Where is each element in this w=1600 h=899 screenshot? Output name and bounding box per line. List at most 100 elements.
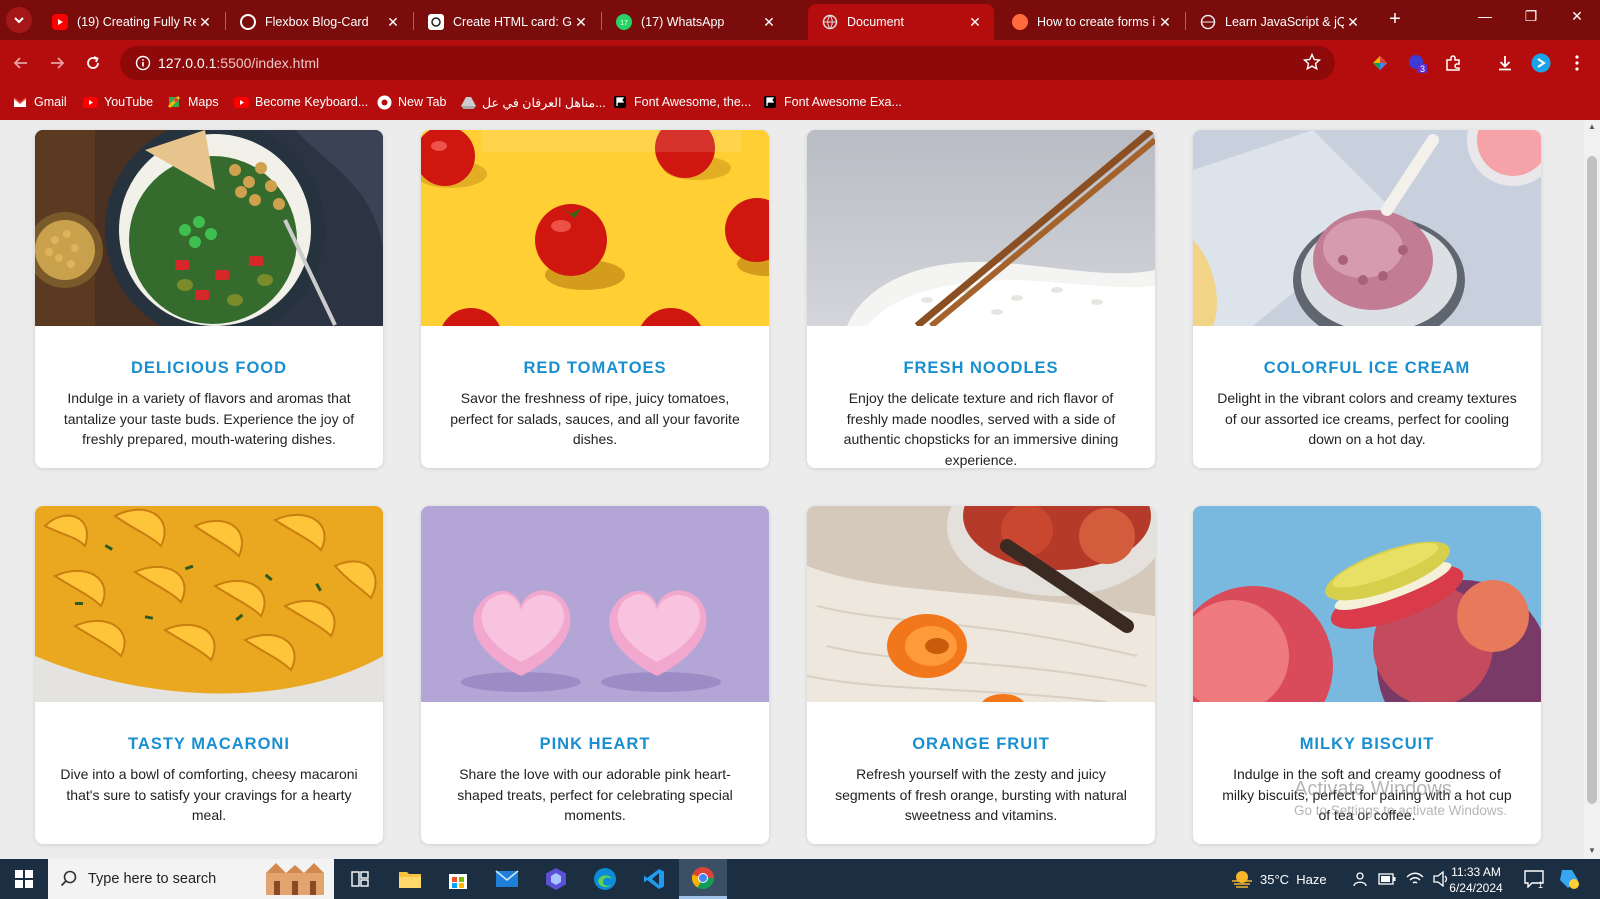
codepen-icon (240, 14, 256, 30)
bookmark-new-tab[interactable]: New Tab (376, 94, 446, 110)
tab-document[interactable]: Document ✕ (808, 4, 994, 40)
windows-logo-icon (15, 870, 33, 888)
close-window-button[interactable]: ✕ (1562, 8, 1592, 25)
tab-search-button[interactable] (6, 7, 32, 33)
card-title: ORANGE FRUIT (912, 735, 1050, 753)
people-icon[interactable] (1352, 871, 1368, 887)
bookmark-maps[interactable]: Maps (166, 94, 219, 110)
notification-count: 1 (1538, 880, 1544, 890)
extensions-puzzle-icon[interactable] (1442, 52, 1464, 74)
search-icon (60, 870, 77, 887)
mail-icon (495, 870, 519, 887)
card-description: Savor the freshness of ripe, juicy tomat… (450, 390, 740, 448)
forward-arrow-icon (51, 57, 65, 69)
tab-title: (17) WhatsApp (641, 15, 725, 29)
url-path: :5500/index.html (216, 55, 320, 71)
bookmark-arabic[interactable]: مناهل العرفان في عل... (460, 94, 606, 110)
app-button-hexagon[interactable] (532, 859, 580, 899)
tab-title: Learn JavaScript & jQu (1225, 15, 1344, 29)
new-tab-button[interactable]: + (1383, 8, 1407, 31)
browser-menu-icon[interactable] (1566, 52, 1588, 74)
back-button[interactable] (8, 50, 34, 76)
close-icon[interactable]: ✕ (760, 14, 778, 31)
bookmark-become-keyboard[interactable]: Become Keyboard... (233, 94, 368, 110)
bookmark-gmail[interactable]: Gmail (12, 94, 67, 110)
tab-title: Document (847, 15, 904, 29)
close-icon[interactable]: ✕ (966, 14, 984, 31)
extension-color-icon[interactable] (1369, 52, 1391, 74)
bookmark-label: Maps (188, 95, 219, 109)
download-icon[interactable] (1494, 52, 1516, 74)
close-icon[interactable]: ✕ (572, 14, 590, 31)
chevron-down-icon (14, 17, 24, 24)
scrollbar-thumb[interactable] (1587, 156, 1597, 804)
minimize-button[interactable]: — (1470, 8, 1500, 24)
food-card: RED TOMATOES Savor the freshness of ripe… (421, 130, 769, 468)
globe-icon (822, 14, 838, 30)
weather-widget[interactable]: 35°C Haze (1230, 859, 1327, 899)
reload-icon (87, 56, 99, 69)
tomatoes-image (421, 130, 769, 326)
activate-windows-watermark: Activate Windows Go to Settings to activ… (1294, 778, 1507, 818)
close-icon[interactable]: ✕ (384, 14, 402, 31)
maps-icon (166, 94, 182, 110)
flag-icon (612, 94, 628, 110)
bookmark-star-icon[interactable] (1302, 52, 1322, 76)
edge-browser-button[interactable] (581, 859, 629, 899)
wifi-icon[interactable] (1406, 872, 1424, 886)
tab-forms[interactable]: How to create forms in ✕ (998, 4, 1184, 40)
apricots-image (807, 506, 1155, 702)
color-picker-icon (1560, 870, 1579, 889)
weather-text: 35°C Haze (1260, 871, 1327, 887)
task-view-button[interactable] (336, 859, 384, 899)
folder-icon (399, 872, 421, 888)
notification-center-button[interactable]: 1 (1524, 859, 1549, 899)
card-description: Enjoy the delicate texture and rich flav… (843, 390, 1119, 468)
clock-time: 11:33 AM (1451, 865, 1501, 879)
card-title: MILKY BISCUIT (1299, 735, 1435, 753)
battery-icon[interactable] (1378, 873, 1396, 885)
page-scrollbar[interactable]: ▲ ▼ (1584, 120, 1600, 859)
mail-button[interactable] (483, 859, 531, 899)
tab-flexbox-blog-card[interactable]: Flexbox Blog-Card ✕ (226, 4, 412, 40)
vscode-button[interactable] (630, 859, 678, 899)
info-icon[interactable] (128, 55, 158, 71)
reload-button[interactable] (80, 50, 106, 76)
scroll-up-arrow-icon[interactable]: ▲ (1584, 122, 1600, 131)
tab-strip: (19) Creating Fully Resp ✕ Flexbox Blog-… (0, 0, 1600, 40)
close-icon[interactable]: ✕ (1344, 14, 1362, 31)
microsoft-store-button[interactable] (434, 859, 482, 899)
tab-title: Create HTML card: Gre (453, 15, 572, 29)
tab-youtube[interactable]: (19) Creating Fully Resp ✕ (38, 4, 224, 40)
bookmark-font-awesome-examples[interactable]: Font Awesome Exa... (762, 94, 902, 110)
chrome-taskbar-button[interactable] (679, 859, 727, 899)
bookmark-youtube[interactable]: YouTube (82, 94, 153, 110)
search-highlight-art-icon (266, 863, 324, 895)
card-title: COLORFUL ICE CREAM (1263, 359, 1471, 377)
color-app-tray-icon[interactable] (1558, 859, 1582, 899)
bookmark-label: Gmail (34, 95, 67, 109)
close-icon[interactable]: ✕ (196, 14, 214, 31)
macaroni-image (35, 506, 383, 702)
food-card: TASTY MACARONI Dive into a bowl of comfo… (35, 506, 383, 844)
start-button[interactable] (0, 859, 48, 899)
scroll-down-arrow-icon[interactable]: ▼ (1584, 846, 1600, 855)
taskbar-search-box[interactable]: Type here to search (48, 859, 334, 899)
store-icon (449, 874, 467, 889)
vscode-icon (644, 869, 664, 889)
close-icon[interactable]: ✕ (1156, 14, 1174, 31)
extension-badge-icon[interactable]: 3 (1406, 52, 1428, 74)
taskbar-clock[interactable]: 11:33 AM 6/24/2024 (1436, 864, 1516, 896)
profile-avatar[interactable] (1530, 52, 1552, 74)
windows-taskbar: Type here to search 35°C Haze 11:33 AM 6… (0, 859, 1600, 899)
task-view-icon (351, 871, 369, 887)
tab-whatsapp[interactable]: 17 (17) WhatsApp ✕ (602, 4, 788, 40)
restore-button[interactable]: ❐ (1516, 8, 1546, 25)
file-explorer-button[interactable] (386, 859, 434, 899)
tab-chatgpt[interactable]: Create HTML card: Gre ✕ (414, 4, 600, 40)
svg-text:17: 17 (620, 20, 628, 27)
forward-button[interactable] (44, 50, 70, 76)
address-bar[interactable]: 127.0.0.1:5500/index.html (120, 46, 1335, 80)
tab-learn-javascript[interactable]: Learn JavaScript & jQu ✕ (1186, 4, 1372, 40)
bookmark-font-awesome[interactable]: Font Awesome, the... (612, 94, 751, 110)
